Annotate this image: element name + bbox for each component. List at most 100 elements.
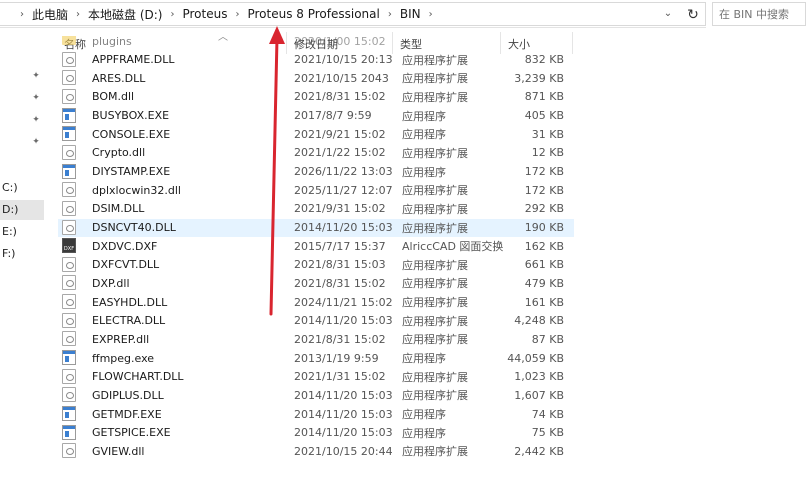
file-row[interactable]: DXP.dll 2021/8/31 15:02 应用程序扩展 479 KB: [58, 274, 574, 292]
file-row[interactable]: DSIM.DLL 2021/9/31 15:02 应用程序扩展 292 KB: [58, 200, 574, 218]
breadcrumb-item-proteus[interactable]: Proteus: [182, 7, 227, 21]
file-size: 661 KB: [524, 258, 564, 272]
file-row[interactable]: plugins 2020/1/00 15:02: [58, 36, 574, 50]
breadcrumb-item-proteus-8-professional[interactable]: Proteus 8 Professional: [247, 7, 379, 21]
file-type: 应用程序扩展: [402, 258, 468, 272]
file-row[interactable]: EASYHDL.DLL 2024/11/21 15:02 应用程序扩展 161 KB: [58, 293, 574, 311]
dll-file-icon: [62, 182, 76, 198]
file-name: APPFRAME.DLL: [92, 53, 175, 67]
file-type: 应用程序扩展: [402, 296, 468, 310]
file-name: DXDVC.DXF: [92, 239, 158, 253]
file-row[interactable]: Crypto.dll 2021/1/22 15:02 应用程序扩展 12 KB: [58, 144, 574, 162]
address-bar-area: › 此电脑 › 本地磁盘 (D:) › Proteus › Proteus 8 …: [0, 0, 806, 28]
file-row[interactable]: ffmpeg.exe 2013/1/19 9:59 应用程序 44,059 KB: [58, 349, 574, 367]
refresh-icon[interactable]: ↻: [684, 6, 702, 24]
file-row[interactable]: GETSPICE.EXE 2014/11/20 15:03 应用程序 75 KB: [58, 424, 574, 442]
file-name: dplxlocwin32.dll: [92, 183, 181, 197]
file-date: 2021/8/31 15:02: [294, 276, 386, 290]
file-row[interactable]: APPFRAME.DLL 2021/10/15 20:13 应用程序扩展 832 KB: [58, 51, 574, 69]
file-date: 2013/1/19 9:59: [294, 351, 379, 365]
file-name: EXPREP.dll: [92, 332, 150, 346]
file-name: GVIEW.dll: [92, 444, 145, 458]
breadcrumb-separator-icon[interactable]: ›: [235, 9, 239, 20]
file-size: 3,239 KB: [514, 71, 564, 85]
file-size: 871 KB: [524, 90, 564, 104]
search-input[interactable]: [719, 4, 806, 24]
breadcrumb-separator-icon[interactable]: ›: [170, 9, 174, 20]
file-row[interactable]: GETMDF.EXE 2014/11/20 15:03 应用程序 74 KB: [58, 405, 574, 423]
file-row[interactable]: FLOWCHART.DLL 2021/1/31 15:02 应用程序扩展 1,023 …: [58, 368, 574, 386]
file-name: FLOWCHART.DLL: [92, 370, 184, 384]
file-type: 应用程序: [402, 128, 446, 142]
file-date: 2024/11/21 15:02: [294, 295, 393, 309]
file-row[interactable]: DSNCVT40.DLL 2014/11/20 15:03 应用程序扩展 190 KB: [58, 218, 574, 237]
file-row[interactable]: DIYSTAMP.EXE 2026/11/22 13:03 应用程序 172 KB: [58, 163, 574, 181]
file-date: 2014/11/20 15:03: [294, 407, 393, 421]
file-row[interactable]: ARES.DLL 2021/10/15 2043 应用程序扩展 3,239 KB: [58, 69, 574, 87]
search-box[interactable]: [712, 2, 806, 26]
file-type: 应用程序扩展: [402, 314, 468, 328]
file-name: DXFCVT.DLL: [92, 258, 160, 272]
file-size: 12 KB: [531, 146, 564, 160]
file-size: 2,442 KB: [514, 444, 564, 458]
file-date: 2014/11/20 15:03: [294, 426, 393, 440]
breadcrumb-item-drive-d[interactable]: 本地磁盘 (D:): [88, 6, 162, 23]
file-row[interactable]: DXFCVT.DLL 2021/8/31 15:03 应用程序扩展 661 KB: [58, 256, 574, 274]
breadcrumb-separator-icon[interactable]: ›: [388, 9, 392, 20]
breadcrumb-separator-icon[interactable]: ›: [76, 9, 80, 20]
file-name: DSIM.DLL: [92, 202, 145, 216]
file-row[interactable]: BOM.dll 2021/8/31 15:02 应用程序扩展 871 KB: [58, 88, 574, 106]
file-row[interactable]: BUSYBOX.EXE 2017/8/7 9:59 应用程序 405 KB: [58, 107, 574, 125]
file-row[interactable]: EXPREP.dll 2021/8/31 15:02 应用程序扩展 87 KB: [58, 330, 574, 348]
file-date: 2021/10/15 2043: [294, 71, 389, 85]
nav-drive-e[interactable]: E:): [0, 222, 44, 242]
breadcrumb-separator-icon[interactable]: ›: [429, 9, 433, 20]
dll-file-icon: [62, 144, 76, 160]
file-type: 应用程序扩展: [402, 53, 468, 67]
nav-drive-c[interactable]: C:): [0, 178, 44, 198]
pin-icon[interactable]: ✦: [30, 114, 42, 126]
file-date: 2021/1/22 15:02: [294, 146, 386, 160]
file-name: BUSYBOX.EXE: [92, 109, 170, 123]
file-row[interactable]: ELECTRA.DLL 2014/11/20 15:03 应用程序扩展 4,248 K…: [58, 312, 574, 330]
file-type: 应用程序扩展: [402, 277, 468, 291]
file-size: 1,607 KB: [514, 388, 564, 402]
file-name: ARES.DLL: [92, 71, 146, 85]
file-row[interactable]: GDIPLUS.DLL 2014/11/20 15:03 应用程序扩展 1,607 K…: [58, 386, 574, 404]
file-name: Crypto.dll: [92, 146, 146, 160]
nav-drive-d[interactable]: D:): [0, 200, 44, 220]
pin-icon[interactable]: ✦: [30, 70, 42, 82]
exe-file-icon: [62, 406, 76, 421]
file-size: 75 KB: [531, 426, 564, 440]
file-type: 应用程序: [402, 109, 446, 123]
exe-file-icon: [62, 107, 76, 123]
file-row[interactable]: DXDVC.DXF 2015/7/17 15:37 AlriccCAD 図面交换 16…: [58, 237, 574, 255]
pin-icon[interactable]: ✦: [30, 92, 42, 104]
dll-file-icon: [62, 387, 76, 403]
breadcrumb-item-bin[interactable]: BIN: [400, 7, 421, 21]
file-row[interactable]: GVIEW.dll 2021/10/15 20:44 应用程序扩展 2,442 KB: [58, 442, 574, 460]
file-name: DIYSTAMP.EXE: [92, 165, 171, 179]
dll-file-icon: [62, 88, 76, 104]
file-type: 应用程序: [402, 165, 446, 179]
nav-drive-f[interactable]: F:): [0, 244, 44, 264]
file-row[interactable]: CONSOLE.EXE 2021/9/21 15:02 应用程序 31 KB: [58, 125, 574, 143]
breadcrumb-separator-icon: ›: [20, 8, 24, 20]
file-name: plugins: [92, 36, 132, 48]
file-size: 44,059 KB: [507, 351, 564, 365]
file-date: 2021/8/31 15:03: [294, 258, 386, 272]
file-type: 应用程序扩展: [402, 221, 468, 235]
file-name: ffmpeg.exe: [92, 351, 155, 365]
file-size: 162 KB: [524, 239, 564, 253]
file-type: 应用程序扩展: [402, 72, 468, 86]
file-row[interactable]: dplxlocwin32.dll 2025/11/27 12:07 应用程序扩展 17…: [58, 181, 574, 199]
file-type: 应用程序扩展: [402, 90, 468, 104]
address-bar[interactable]: › 此电脑 › 本地磁盘 (D:) › Proteus › Proteus 8 …: [0, 2, 706, 26]
file-name: EASYHDL.DLL: [92, 295, 168, 309]
breadcrumb-item-this-pc[interactable]: 此电脑: [32, 6, 68, 23]
dll-file-icon: [62, 275, 76, 291]
address-history-chevron-down-icon[interactable]: ⌄: [660, 8, 676, 22]
pin-icon[interactable]: ✦: [30, 136, 42, 148]
file-date: 2021/9/31 15:02: [294, 202, 386, 216]
file-type: 应用程序扩展: [402, 445, 468, 459]
